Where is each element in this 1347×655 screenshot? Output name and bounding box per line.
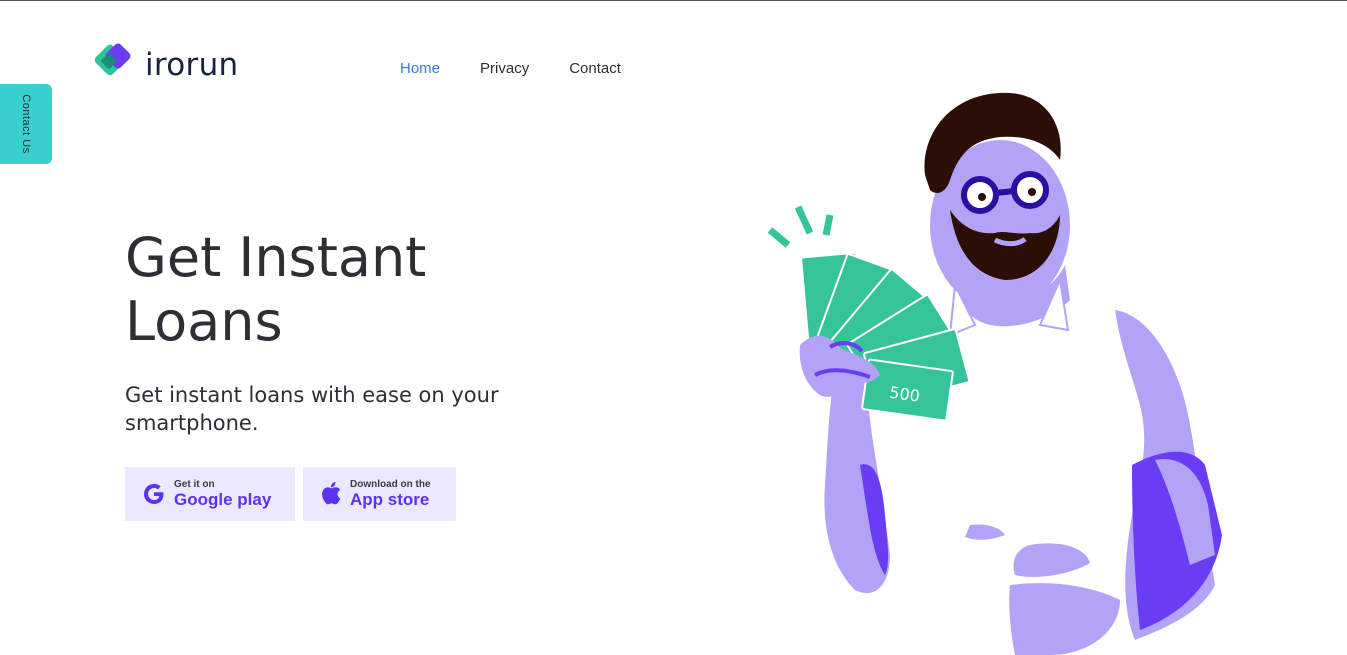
- logo-mark-icon: [94, 43, 131, 76]
- google-play-big-text: Google play: [174, 489, 272, 509]
- google-play-small-text: Get it on: [174, 478, 215, 490]
- hero-illustration: 500: [767, 92, 1222, 655]
- main-nav: Home Privacy Contact: [400, 60, 661, 77]
- nav-contact[interactable]: Contact: [569, 60, 621, 77]
- google-icon: [142, 482, 166, 506]
- brand-name: irorun: [145, 47, 239, 83]
- hero-subtitle: Get instant loans with ease on your smar…: [125, 383, 499, 435]
- logo[interactable]: irorun: [89, 43, 238, 87]
- google-play-button[interactable]: Get it on Google play: [125, 467, 295, 521]
- app-store-button[interactable]: Download on the App store: [303, 467, 456, 521]
- app-store-small-text: Download on the: [350, 478, 431, 490]
- contact-us-label: Contact Us: [20, 94, 32, 154]
- top-border: [0, 0, 1347, 1]
- nav-privacy[interactable]: Privacy: [480, 60, 529, 77]
- app-store-big-text: App store: [350, 489, 430, 509]
- contact-us-tab[interactable]: Contact Us: [0, 84, 52, 164]
- nav-home[interactable]: Home: [400, 60, 440, 77]
- hero-title: Get Instant Loans: [125, 226, 427, 353]
- apple-icon: [320, 482, 342, 506]
